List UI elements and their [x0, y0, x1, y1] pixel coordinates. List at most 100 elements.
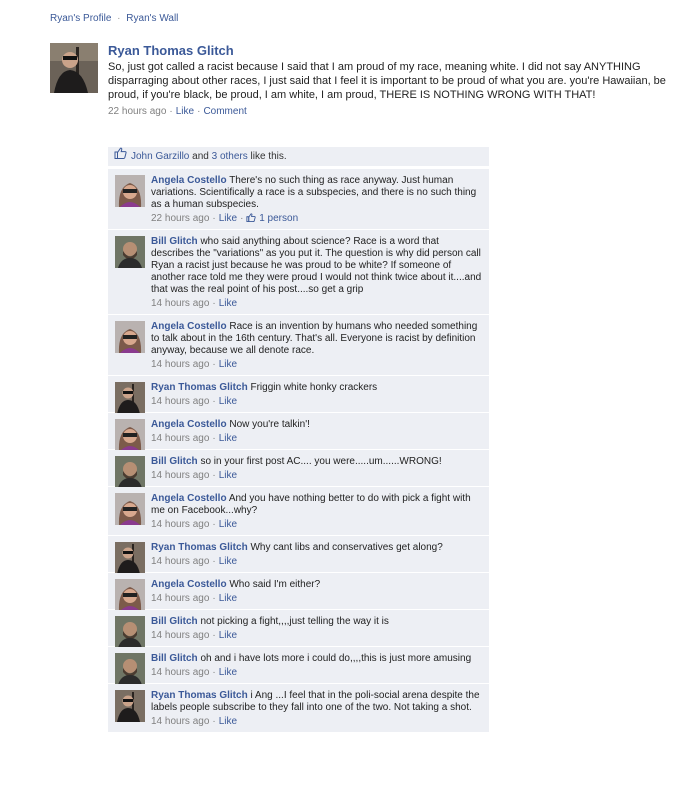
likes-summary: John Garzillo and 3 others like this.: [108, 147, 489, 166]
comment-author-name[interactable]: Ryan Thomas Glitch: [151, 542, 248, 553]
post-meta: 22 hours ago · Like · Comment: [108, 106, 691, 117]
comment-timestamp: 14 hours ago: [151, 433, 210, 444]
comment-meta-separator: ·: [212, 630, 216, 641]
comment-timestamp: 14 hours ago: [151, 298, 210, 309]
comment-like-link[interactable]: Like: [219, 667, 237, 678]
comment-timestamp: 22 hours ago: [151, 213, 210, 224]
comment-author-avatar[interactable]: [115, 493, 145, 525]
comment-body: Bill Glitch who said anything about scie…: [151, 236, 483, 296]
comment-meta: 14 hours ago · Like: [151, 716, 483, 728]
comment-author-avatar[interactable]: [115, 236, 145, 268]
comment-meta: 14 hours ago · Like: [151, 667, 483, 679]
comment-meta-separator: ·: [212, 667, 216, 678]
comment-author-avatar[interactable]: [115, 321, 145, 353]
comment-body: Angela Costello And you have nothing bet…: [151, 493, 483, 517]
comment-author-name[interactable]: Angela Costello: [151, 321, 227, 332]
comment-author-avatar[interactable]: [115, 542, 145, 574]
comment-meta-separator: ·: [212, 396, 216, 407]
comment-item: Angela Costello There's no such thing as…: [108, 169, 489, 230]
comment-meta-separator: ·: [212, 593, 216, 604]
comment-item: Angela Costello Who said I'm either? 14 h…: [108, 573, 489, 611]
breadcrumb-wall-link[interactable]: Ryan's Wall: [126, 13, 178, 24]
comment-author-avatar[interactable]: [115, 419, 145, 451]
comment-text: oh and i have lots more i could do,,,,th…: [200, 653, 472, 664]
comment-meta: 22 hours ago · Like · 1 person: [151, 213, 483, 225]
comment-like-link[interactable]: Like: [219, 716, 237, 727]
comment-like-link[interactable]: Like: [219, 213, 237, 224]
comment-item: Bill Glitch oh and i have lots more i co…: [108, 647, 489, 685]
comment-author-avatar[interactable]: [115, 616, 145, 648]
comment-like-link[interactable]: Like: [219, 359, 237, 370]
comment-text: Why cant libs and conservatives get alon…: [250, 542, 443, 553]
comment-item: Bill Glitch not picking a fight,,,,just …: [108, 610, 489, 648]
comment-meta: 14 hours ago · Like: [151, 433, 483, 445]
comment-text: not picking a fight,,,,just telling the …: [200, 616, 389, 627]
comment-like-link[interactable]: Like: [219, 519, 237, 530]
comment-like-link[interactable]: Like: [219, 470, 237, 481]
comment-timestamp: 14 hours ago: [151, 630, 210, 641]
likes-tail-text: like this.: [247, 151, 287, 163]
comment-list: Angela Costello There's no such thing as…: [108, 169, 489, 733]
comment-likes-count[interactable]: 1 person: [246, 213, 298, 224]
liker-name-link[interactable]: John Garzillo: [131, 151, 189, 162]
comment-author-name[interactable]: Angela Costello: [151, 493, 227, 504]
comment-author-name[interactable]: Ryan Thomas Glitch: [151, 690, 248, 701]
comment-author-avatar[interactable]: [115, 653, 145, 685]
comment-text: so in your first post AC.... you were...…: [200, 456, 442, 467]
comment-author-avatar[interactable]: [115, 690, 145, 722]
comment-body: Bill Glitch so in your first post AC....…: [151, 456, 483, 468]
comment-like-link[interactable]: Like: [219, 433, 237, 444]
comment-author-name[interactable]: Angela Costello: [151, 579, 227, 590]
comment-meta: 14 hours ago · Like: [151, 519, 483, 531]
comment-likes-count-text: 1 person: [259, 213, 299, 224]
post-author-name[interactable]: Ryan Thomas Glitch: [108, 43, 691, 58]
comment-meta-separator: ·: [212, 716, 216, 727]
comment-like-link[interactable]: Like: [219, 298, 237, 309]
comment-author-name[interactable]: Angela Costello: [151, 175, 227, 186]
comment-author-name[interactable]: Bill Glitch: [151, 456, 198, 467]
comment-timestamp: 14 hours ago: [151, 716, 210, 727]
breadcrumb-separator: ·: [117, 13, 121, 24]
comment-author-name[interactable]: Ryan Thomas Glitch: [151, 382, 248, 393]
comment-meta-separator: ·: [212, 359, 216, 370]
comment-meta-separator: ·: [212, 213, 216, 224]
post-meta-separator: ·: [197, 106, 201, 117]
comment-item: Angela Costello Now you're talkin'! 14 ho…: [108, 413, 489, 451]
comment-text: Now you're talkin'!: [229, 419, 310, 430]
comment-meta: 14 hours ago · Like: [151, 556, 483, 568]
comment-author-name[interactable]: Angela Costello: [151, 419, 227, 430]
comment-like-link[interactable]: Like: [219, 556, 237, 567]
comment-meta: 14 hours ago · Like: [151, 359, 483, 371]
comment-body: Ryan Thomas Glitch Why cant libs and con…: [151, 542, 483, 554]
likes-and-text: and: [189, 151, 212, 163]
comment-like-link[interactable]: Like: [219, 593, 237, 604]
comment-author-name[interactable]: Bill Glitch: [151, 653, 198, 664]
post-comment-link[interactable]: Comment: [203, 106, 246, 117]
comment-item: Angela Costello And you have nothing bet…: [108, 487, 489, 536]
comment-author-avatar[interactable]: [115, 382, 145, 414]
likers-others-link[interactable]: 3 others: [212, 151, 248, 162]
breadcrumb-profile-link[interactable]: Ryan's Profile: [50, 13, 111, 24]
comment-body: Angela Costello Who said I'm either?: [151, 579, 483, 591]
comment-timestamp: 14 hours ago: [151, 556, 210, 567]
comment-like-link[interactable]: Like: [219, 630, 237, 641]
comment-timestamp: 14 hours ago: [151, 470, 210, 481]
comment-item: Bill Glitch so in your first post AC....…: [108, 450, 489, 488]
comment-author-name[interactable]: Bill Glitch: [151, 236, 198, 247]
comment-meta-separator: ·: [212, 470, 216, 481]
comment-body: Ryan Thomas Glitch i Ang ...I feel that …: [151, 690, 483, 714]
comment-item: Ryan Thomas Glitch i Ang ...I feel that …: [108, 684, 489, 733]
comment-meta: 14 hours ago · Like: [151, 593, 483, 605]
comment-author-avatar[interactable]: [115, 456, 145, 488]
post-like-link[interactable]: Like: [176, 106, 194, 117]
comment-meta-separator: ·: [212, 519, 216, 530]
comment-like-link[interactable]: Like: [219, 396, 237, 407]
comment-body: Angela Costello There's no such thing as…: [151, 175, 483, 211]
comment-author-avatar[interactable]: [115, 579, 145, 611]
comment-author-name[interactable]: Bill Glitch: [151, 616, 198, 627]
comment-author-avatar[interactable]: [115, 175, 145, 207]
comment-body: Bill Glitch oh and i have lots more i co…: [151, 653, 483, 665]
comment-text: Friggin white honky crackers: [250, 382, 378, 393]
post-author-avatar[interactable]: [50, 43, 98, 93]
comment-meta: 14 hours ago · Like: [151, 470, 483, 482]
